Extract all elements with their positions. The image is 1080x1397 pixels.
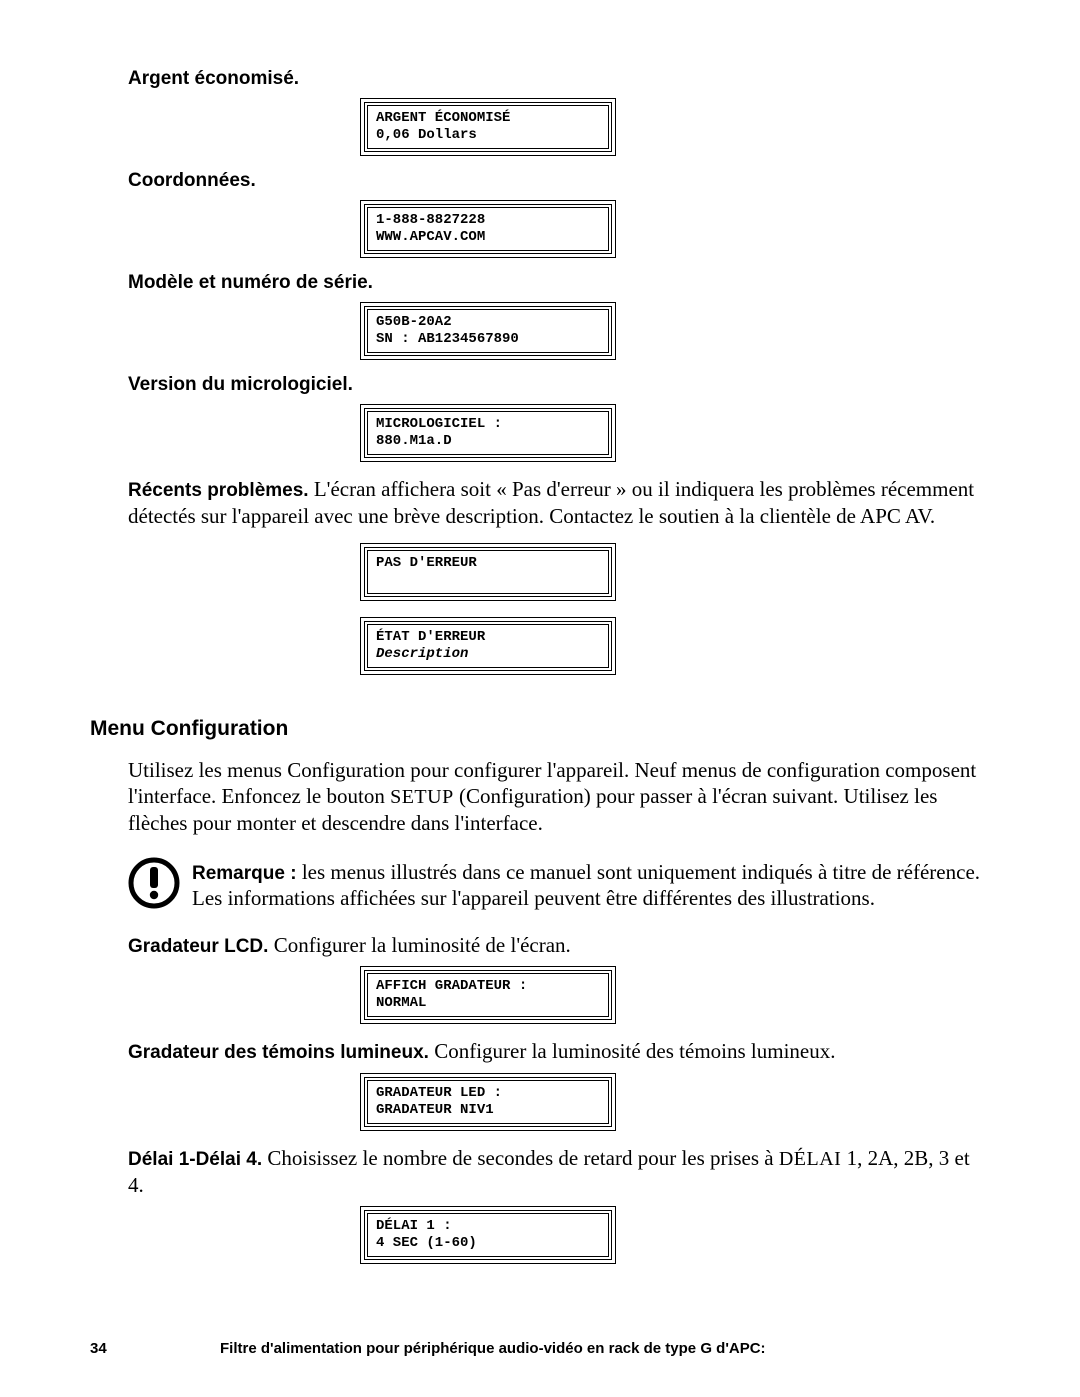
lcd-text-italic: Description: [376, 646, 468, 662]
text-lcd-dimmer: Configurer la luminosité de l'écran.: [274, 933, 571, 957]
exclamation-icon: [128, 857, 180, 914]
runin-recent-problems: Récents problèmes.: [128, 480, 314, 501]
lcd-text: GRADATEUR LED :: [376, 1085, 502, 1101]
note-block: Remarque : les menus illustrés dans ce m…: [128, 859, 990, 914]
lcd-display-money: ARGENT ÉCONOMISÉ 0,06 Dollars: [360, 98, 616, 156]
paragraph-led-dimmer: Gradateur des témoins lumineux. Configur…: [128, 1038, 990, 1065]
page-number: 34: [90, 1340, 220, 1357]
lcd-text: ÉTAT D'ERREUR: [376, 629, 485, 645]
lcd-text: GRADATEUR NIV1: [376, 1102, 494, 1118]
runin-delay: Délai 1-Délai 4.: [128, 1149, 267, 1170]
lcd-display-firmware: MICROLOGICIEL : 880.M1a.D: [360, 404, 616, 462]
lcd-text: SN : AB1234567890: [376, 331, 519, 347]
lcd-display-no-error: PAS D'ERREUR: [360, 543, 616, 601]
lcd-text: 0,06 Dollars: [376, 127, 477, 143]
label-contact: Coordonnées.: [128, 170, 990, 192]
footer-text: Filtre d'alimentation pour périphérique …: [220, 1340, 990, 1357]
runin-lcd-dimmer: Gradateur LCD.: [128, 936, 274, 957]
document-page: Argent économisé. ARGENT ÉCONOMISÉ 0,06 …: [0, 0, 1080, 1397]
paragraph-note: Remarque : les menus illustrés dans ce m…: [192, 859, 990, 912]
lcd-display-error-state: ÉTAT D'ERREUR Description: [360, 617, 616, 675]
label-money-saved: Argent économisé.: [128, 68, 990, 90]
label-model-serial: Modèle et numéro de série.: [128, 272, 990, 294]
lcd-display-contact: 1-888-8827228 WWW.APCAV.COM: [360, 200, 616, 258]
lcd-display-lcd-dimmer: AFFICH GRADATEUR : NORMAL: [360, 966, 616, 1024]
label-firmware: Version du micrologiciel.: [128, 374, 990, 396]
lcd-text: ARGENT ÉCONOMISÉ: [376, 110, 510, 126]
lcd-text: MICROLOGICIEL :: [376, 416, 502, 432]
heading-menu-configuration: Menu Configuration: [90, 717, 990, 741]
paragraph-recent-problems: Récents problèmes. L'écran affichera soi…: [128, 476, 990, 529]
text-note: les menus illustrés dans ce manuel sont …: [192, 860, 980, 911]
lcd-text: 4 SEC (1-60): [376, 1235, 477, 1251]
lcd-text: NORMAL: [376, 995, 426, 1011]
runin-led-dimmer: Gradateur des témoins lumineux.: [128, 1042, 434, 1063]
smallcaps-setup: SETUP: [390, 786, 454, 808]
lcd-text: 1-888-8827228: [376, 212, 485, 228]
smallcaps-delai: DÉLAI: [779, 1148, 841, 1170]
paragraph-delay: Délai 1-Délai 4. Choisissez le nombre de…: [128, 1145, 990, 1198]
lcd-text: G50B-20A2: [376, 314, 452, 330]
lcd-display-model: G50B-20A2 SN : AB1234567890: [360, 302, 616, 360]
paragraph-menu-config: Utilisez les menus Configuration pour co…: [128, 757, 990, 837]
lcd-text: 880.M1a.D: [376, 433, 452, 449]
lcd-display-delay: DÉLAI 1 : 4 SEC (1-60): [360, 1206, 616, 1264]
page-footer: 34 Filtre d'alimentation pour périphériq…: [90, 1340, 990, 1357]
text-led-dimmer: Configurer la luminosité des témoins lum…: [434, 1039, 835, 1063]
text-delay-pre: Choisissez le nombre de secondes de reta…: [267, 1146, 778, 1170]
runin-note: Remarque :: [192, 863, 302, 884]
lcd-text: AFFICH GRADATEUR :: [376, 978, 527, 994]
lcd-text: DÉLAI 1 :: [376, 1218, 452, 1234]
lcd-text: WWW.APCAV.COM: [376, 229, 485, 245]
paragraph-lcd-dimmer: Gradateur LCD. Configurer la luminosité …: [128, 932, 990, 959]
lcd-display-led-dimmer: GRADATEUR LED : GRADATEUR NIV1: [360, 1073, 616, 1131]
lcd-text: PAS D'ERREUR: [376, 555, 477, 571]
